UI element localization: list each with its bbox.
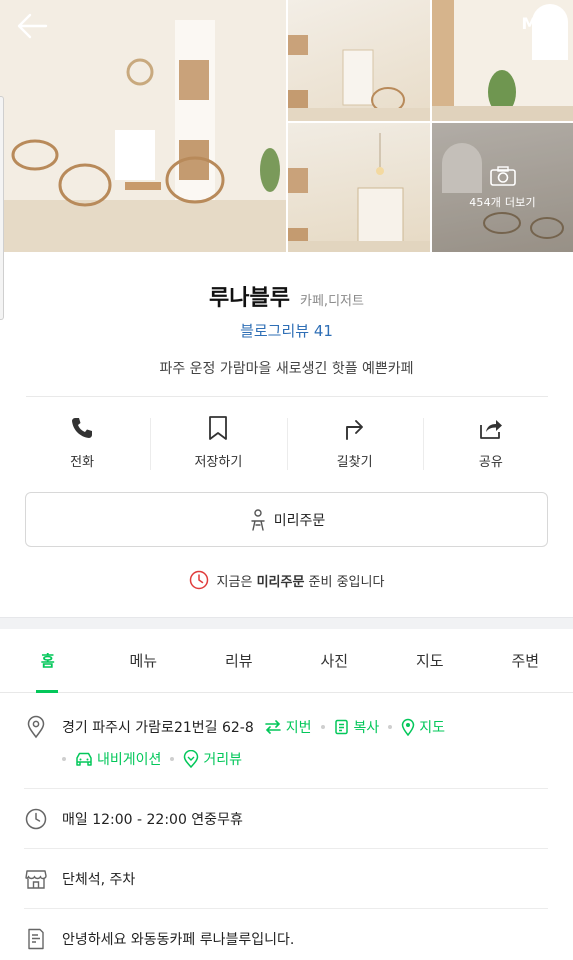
dot-separator [62,757,66,761]
save-button[interactable]: 저장하기 [150,404,286,480]
address-row: 경기 파주시 가람로21번길 62-8 지번 복사 지도 내비게이션 거리뷰 [0,693,573,789]
clock-icon [189,570,208,590]
intro-text: 안녕하세요 와동동카페 루나블루입니다. [62,932,295,948]
copy-label: 복사 [353,720,380,736]
call-button[interactable]: 전화 [14,404,150,480]
intro-row[interactable]: 안녕하세요 와동동카페 루나블루입니다. [0,909,573,960]
hours-text: 매일 12:00 - 22:00 연중무휴 [62,812,243,828]
more-photos-button[interactable]: 454개 더보기 [432,123,573,252]
jibeon-label: 지번 [285,720,312,736]
photo-gallery[interactable]: 454개 더보기 [0,0,573,252]
location-pin-icon [27,715,45,739]
person-icon [251,508,265,531]
copy-link[interactable]: 복사 [334,717,380,737]
swap-icon [264,720,281,734]
dot-separator [170,757,175,761]
blog-review-link[interactable]: 블로그리뷰 41 [0,320,573,341]
dot-separator [388,725,393,729]
tab-reviews[interactable]: 리뷰 [191,629,287,692]
share-icon [479,419,502,439]
photo-thumb[interactable] [432,0,573,121]
side-scroll-handle[interactable] [0,96,4,320]
amenities-text: 단체석, 주차 [62,872,136,888]
call-label: 전화 [70,454,95,470]
divider [26,396,548,397]
directions-icon [345,419,363,440]
place-detail-page: 454개 더보기 MY 루나블루 카페,디저트 블로그리뷰 41 파주 운정 가… [0,0,573,960]
car-icon [76,752,92,766]
hours-row[interactable]: 매일 12:00 - 22:00 연중무휴 [0,789,573,849]
street-view-link[interactable]: 거리뷰 [183,749,242,769]
tab-nearby[interactable]: 주변 [478,629,573,692]
jibeon-link[interactable]: 지번 [264,717,312,737]
back-arrow-icon[interactable] [14,10,50,42]
directions-button[interactable]: 길찾기 [286,404,423,480]
clock-icon [25,808,47,830]
preorder-notice: 지금은 미리주문 준비 중입니다 [0,570,573,590]
place-description: 파주 운정 가람마을 새로생긴 핫플 예쁜카페 [159,361,414,377]
map-pin-icon [402,718,415,736]
photo-thumb[interactable] [288,123,430,252]
street-view-label: 거리뷰 [203,752,243,768]
navigation-label: 내비게이션 [97,752,162,768]
directions-label: 길찾기 [336,454,373,470]
store-icon [25,870,47,889]
share-label: 공유 [478,454,503,470]
title-row: 루나블루 카페,디저트 [0,280,573,312]
notice-suffix: 준비 중입니다 [304,574,385,590]
my-button[interactable]: MY [521,14,551,33]
phone-icon [72,417,93,438]
tab-menu[interactable]: 메뉴 [96,629,192,692]
photo-thumb[interactable] [288,0,430,121]
tab-map[interactable]: 지도 [382,629,478,692]
section-divider [0,617,573,629]
dot-separator [320,725,325,729]
preorder-button[interactable]: 미리주문 [25,492,548,547]
document-icon [28,928,44,950]
navigation-link[interactable]: 내비게이션 [75,749,161,769]
camera-icon [489,165,516,186]
tab-home[interactable]: 홈 [0,629,96,693]
notice-bold: 미리주문 [256,574,305,590]
more-photos-label: 454개 더보기 [469,195,536,209]
tab-bar: 홈 메뉴 리뷰 사진 지도 주변 [0,629,573,693]
preorder-label: 미리주문 [273,512,326,529]
map-label: 지도 [419,720,446,736]
tab-photos[interactable]: 사진 [287,629,383,692]
copy-icon [334,719,348,735]
street-view-icon [184,750,199,768]
amenities-row: 단체석, 주차 [0,849,573,909]
place-category: 카페,디저트 [300,294,364,309]
share-button[interactable]: 공유 [422,404,559,480]
place-name: 루나블루 [209,286,291,311]
address-text: 경기 파주시 가람로21번길 62-8 [62,720,254,736]
map-link[interactable]: 지도 [401,717,445,737]
action-bar: 전화 저장하기 길찾기 공유 [14,404,559,480]
notice-prefix: 지금은 [216,574,257,590]
save-label: 저장하기 [194,454,243,470]
bookmark-icon [209,415,228,440]
